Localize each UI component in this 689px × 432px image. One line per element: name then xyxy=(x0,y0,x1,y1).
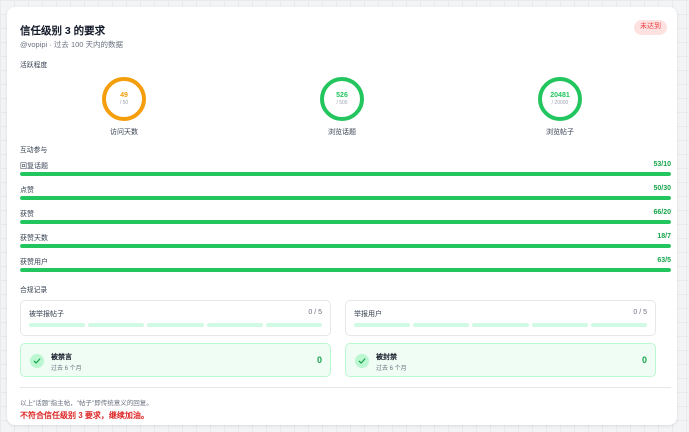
progress-track xyxy=(20,268,671,272)
segment xyxy=(29,323,86,327)
metric-row: 点赞 50/30 xyxy=(20,185,671,201)
metric-value: 66/20 xyxy=(653,209,671,216)
metric-row: 获赞用户 63/5 xyxy=(20,257,671,273)
report-count: 0 / 5 xyxy=(308,309,322,316)
gauge-label: 浏览话题 xyxy=(328,129,356,136)
check-icon xyxy=(355,354,369,368)
gauge-posts-viewed: 20481 / 20000 浏览帖子 xyxy=(520,76,600,137)
status-count: 0 xyxy=(316,355,322,365)
metric-row: 获赞 66/20 xyxy=(20,209,671,225)
progress-track xyxy=(20,172,671,176)
suspended-status-box: 被封禁 过去 6 个月 0 xyxy=(345,343,656,377)
trust-level-card: 信任级别 3 的要求 未达到 @vopipi · 过去 100 天内的数据 活跃… xyxy=(7,7,677,425)
status-count: 0 xyxy=(641,355,647,365)
gauge-max: / 50 xyxy=(119,99,129,106)
check-icon xyxy=(30,354,44,368)
gauge-topics-viewed: 526 / 500 浏览话题 xyxy=(302,76,382,137)
gauge-value: 526 xyxy=(336,91,348,99)
reported-users-box: 举报用户 0 / 5 xyxy=(345,300,656,336)
report-count: 0 / 5 xyxy=(633,309,647,316)
silenced-status-box: 被禁言 过去 6 个月 0 xyxy=(20,343,331,377)
metric-value: 50/30 xyxy=(653,185,671,192)
subtitle: @vopipi · 过去 100 天内的数据 xyxy=(20,40,124,49)
progress-track xyxy=(20,220,671,224)
progress-fill xyxy=(20,220,671,224)
compliance-section-label: 合规记录 xyxy=(20,287,48,294)
status-title: 被禁言 xyxy=(51,354,72,361)
activity-section-label: 活跃程度 xyxy=(20,62,48,69)
segment xyxy=(354,323,411,327)
progress-fill xyxy=(20,196,671,200)
metric-name: 获赞 xyxy=(20,211,34,218)
gauge-value: 20481 xyxy=(550,91,570,99)
footnote: 以上"话题"指主帖，"帖子"即传统意义的回复。 xyxy=(20,400,153,407)
report-name: 举报用户 xyxy=(354,311,382,318)
metric-name: 回复话题 xyxy=(20,163,48,170)
metric-value: 53/10 xyxy=(653,161,671,168)
status-title: 被封禁 xyxy=(376,354,397,361)
status-subtitle: 过去 6 个月 xyxy=(51,366,82,372)
progress-fill xyxy=(20,244,671,248)
result-message: 不符合信任级别 3 要求，继续加油。 xyxy=(20,411,149,420)
status-badge: 未达到 xyxy=(634,20,667,35)
progress-track xyxy=(20,244,671,248)
gauge-max: / 500 xyxy=(336,99,348,106)
segment xyxy=(88,323,145,327)
gauge-visit-days: 49 / 50 访问天数 xyxy=(84,76,164,137)
metric-row: 回复话题 53/10 xyxy=(20,161,671,177)
reported-posts-box: 被举报帖子 0 / 5 xyxy=(20,300,331,336)
engagement-section-label: 互动参与 xyxy=(20,147,48,154)
status-subtitle: 过去 6 个月 xyxy=(376,366,407,372)
metric-name: 获赞天数 xyxy=(20,235,48,242)
progress-track xyxy=(20,196,671,200)
segment xyxy=(206,323,263,327)
metric-row: 获赞天数 18/7 xyxy=(20,233,671,249)
report-segments xyxy=(29,323,323,327)
gauge-label: 访问天数 xyxy=(110,129,138,136)
gauge-max: / 20000 xyxy=(551,99,569,106)
metric-value: 63/5 xyxy=(657,257,671,264)
progress-fill xyxy=(20,172,671,176)
progress-fill xyxy=(20,268,671,272)
gauge-label: 浏览帖子 xyxy=(546,129,574,136)
report-name: 被举报帖子 xyxy=(29,311,64,318)
metric-name: 点赞 xyxy=(20,187,34,194)
segment xyxy=(413,323,470,327)
metric-value: 18/7 xyxy=(657,233,671,240)
page-title: 信任级别 3 的要求 xyxy=(20,25,106,37)
metric-name: 获赞用户 xyxy=(20,259,48,266)
divider xyxy=(20,387,671,388)
segment xyxy=(147,323,204,327)
gauge-value: 49 xyxy=(120,91,128,99)
report-segments xyxy=(354,323,648,327)
segment xyxy=(472,323,529,327)
segment xyxy=(590,323,648,327)
segment xyxy=(265,323,323,327)
segment xyxy=(531,323,588,327)
